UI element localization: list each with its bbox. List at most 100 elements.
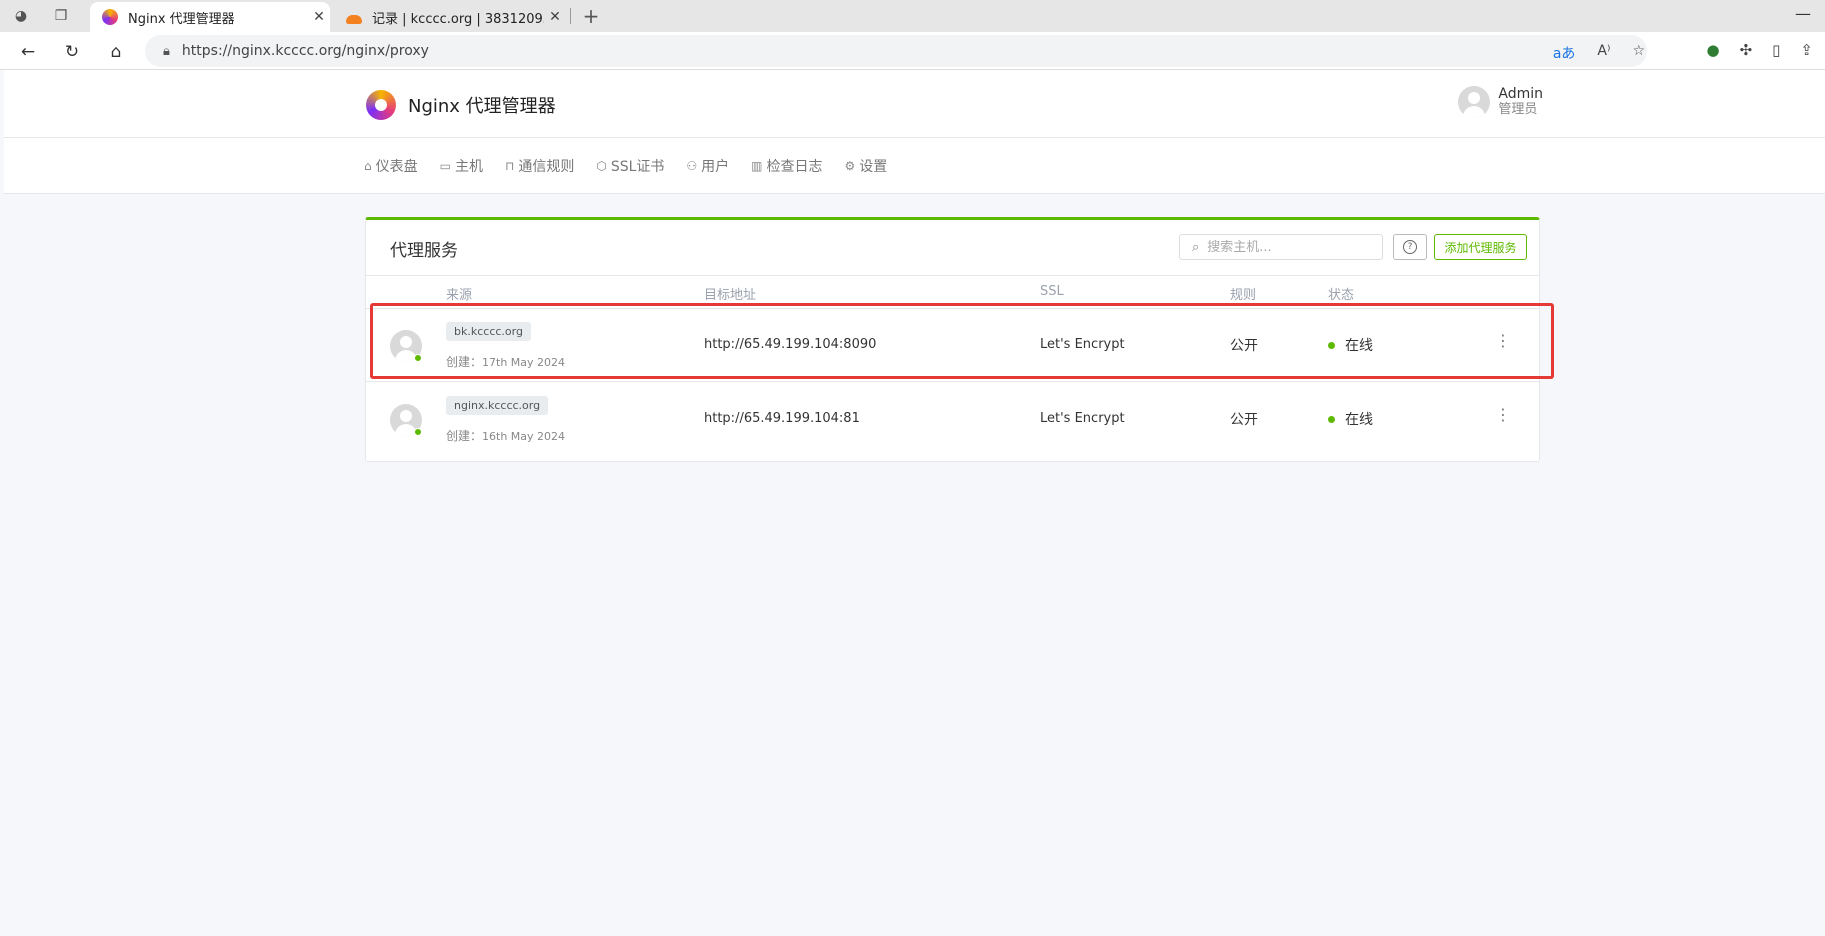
nav-item-ssl-certificates[interactable]: ⬡ SSL证书 [596,156,664,176]
help-icon: ? [1403,240,1417,254]
column-access: 规则 [1230,288,1257,303]
created-value: 17th May 2024 [482,356,566,369]
nginx-favicon-icon [102,9,118,25]
app-header: Nginx 代理管理器 Admin 管理员 [4,70,1825,138]
profile-icon[interactable]: ◕ [10,5,32,27]
table-row[interactable]: bk.kcccc.org 创建：17th May 2024 http://65.… [366,309,1539,382]
online-indicator-icon [414,428,422,436]
nav-item-settings[interactable]: ⚙ 设置 [845,156,888,176]
tab-title: Nginx 代理管理器 [128,11,235,27]
translate-icon[interactable]: aあ [1553,43,1576,63]
close-tab-icon[interactable]: ✕ [544,9,566,25]
url-text: https://nginx.kcccc.org/nginx/proxy [181,43,429,59]
row-menu-icon[interactable]: ⋮ [1495,407,1511,423]
read-aloud-icon[interactable]: A⁾ [1597,43,1610,63]
created-label: 创建： [446,429,483,443]
column-status: 状态 [1328,288,1355,303]
add-proxy-host-button[interactable]: 添加代理服务 [1434,234,1527,260]
nav-item-access-lists[interactable]: ⊓ 通信规则 [505,156,574,176]
tab-nginx-manager[interactable]: Nginx 代理管理器 ✕ [90,2,330,32]
proxy-hosts-card: 代理服务 ⌕ ? 添加代理服务 来源 目标地址 SSL 规则 状态 bk.kcc… [365,217,1540,462]
column-destination: 目标地址 [704,288,757,303]
nav-item-dashboard[interactable]: ⌂ 仪表盘 [364,156,418,176]
browser-address-bar: ← ↻ ⌂ 🔒︎ https://nginx.kcccc.org/nginx/p… [0,32,1825,70]
column-source: 来源 [446,288,473,303]
address-bar-tools: aあ A⁾ ☆ [1553,43,1645,63]
nav-item-hosts[interactable]: ▭ 主机 [440,156,483,176]
nav-label: SSL证书 [610,159,665,175]
url-field[interactable]: 🔒︎ https://nginx.kcccc.org/nginx/proxy [145,35,1647,67]
help-button[interactable]: ? [1393,234,1427,260]
nav-label: 检查日志 [766,159,823,175]
nginx-proxy-manager-app: Nginx 代理管理器 Admin 管理员 ⌂ 仪表盘 ▭ 主机 ⊓ 通信规则 ⬡ SS… [4,70,1825,936]
collections-icon[interactable]: ❐ [50,5,72,27]
user-avatar-icon [1458,86,1491,118]
column-ssl: SSL [1040,284,1064,299]
brand[interactable]: Nginx 代理管理器 [366,90,556,120]
table-header: 来源 目标地址 SSL 规则 状态 [366,275,1539,309]
user-name: Admin [1498,86,1543,102]
book-icon: ▥ [751,159,763,173]
status-badge: 在线 [1328,335,1373,355]
back-icon[interactable]: ← [16,40,40,64]
tab-separator [570,8,571,24]
user-role: 管理员 [1498,102,1538,117]
destination-url: http://65.49.199.104:8090 [704,337,877,352]
status-dot-icon [1328,415,1335,423]
destination-url: http://65.49.199.104:81 [704,411,860,426]
extensions-puzzle-icon[interactable]: ✣ [1740,41,1753,59]
main-nav: ⌂ 仪表盘 ▭ 主机 ⊓ 通信规则 ⬡ SSL证书 ⚇ 用户 ▥ 检查日志 ⚙ 设置 [4,138,1825,194]
refresh-icon[interactable]: ↻ [60,40,84,64]
row-menu-icon[interactable]: ⋮ [1495,333,1511,349]
nginx-logo-icon [366,90,396,120]
access-rule: 公开 [1230,412,1258,428]
close-tab-icon[interactable]: ✕ [308,9,330,25]
home-icon: ⌂ [364,159,372,173]
nav-label: 用户 [701,159,730,175]
cloudflare-favicon-icon [346,14,362,24]
nav-label: 通信规则 [518,159,575,175]
access-rule: 公开 [1230,338,1258,354]
ssl-provider: Let's Encrypt [1040,411,1125,426]
browser-tab-bar: ◕ ❐ Nginx 代理管理器 ✕ 记录 | kcccc.org | 38312… [0,0,1825,32]
domain-badge[interactable]: nginx.kcccc.org [446,396,549,415]
created-date: 创建：17th May 2024 [446,353,565,370]
lock-icon: 🔒︎ [163,43,170,59]
domain-badge[interactable]: bk.kcccc.org [446,322,531,341]
gear-icon: ⚙ [844,159,856,173]
split-screen-icon[interactable]: ▯ [1772,41,1780,59]
nav-item-users[interactable]: ⚇ 用户 [686,156,729,176]
status-text: 在线 [1345,412,1373,428]
nav-label: 主机 [454,159,483,175]
nav-item-audit-log[interactable]: ▥ 检查日志 [751,156,822,176]
online-indicator-icon [414,354,422,362]
nav-label: 仪表盘 [375,159,418,175]
share-icon[interactable]: ⇪ [1800,41,1813,59]
user-menu[interactable]: Admin 管理员 [1458,86,1543,118]
home-icon[interactable]: ⌂ [104,40,128,64]
status-dot-icon [1328,341,1335,349]
nav-label: 设置 [859,159,888,175]
status-text: 在线 [1345,338,1373,354]
status-badge: 在线 [1328,409,1373,429]
brand-name: Nginx 代理管理器 [408,96,556,117]
new-tab-icon[interactable]: + [580,4,602,28]
ssl-provider: Let's Encrypt [1040,337,1125,352]
created-label: 创建： [446,355,483,369]
card-title: 代理服务 [390,241,458,261]
created-date: 创建：16th May 2024 [446,427,565,444]
favorite-star-icon[interactable]: ☆ [1632,43,1645,63]
table-row[interactable]: nginx.kcccc.org 创建：16th May 2024 http://… [366,383,1539,456]
extension-globe-icon[interactable]: ● [1706,41,1719,59]
tab-title: 记录 | kcccc.org | 383120934@qq.com [372,11,544,27]
minimize-icon[interactable]: — [1795,4,1811,23]
tab-cloudflare-records[interactable]: 记录 | kcccc.org | 383120934@qq.com ✕ [334,2,566,32]
created-value: 16th May 2024 [482,430,566,443]
search-icon: ⌕ [1192,239,1200,255]
lock-icon: ⊓ [504,159,515,173]
users-icon: ⚇ [686,159,698,173]
search-box[interactable]: ⌕ [1179,234,1383,260]
shield-icon: ⬡ [596,159,607,173]
monitor-icon: ▭ [439,159,451,173]
search-input[interactable] [1207,239,1358,255]
